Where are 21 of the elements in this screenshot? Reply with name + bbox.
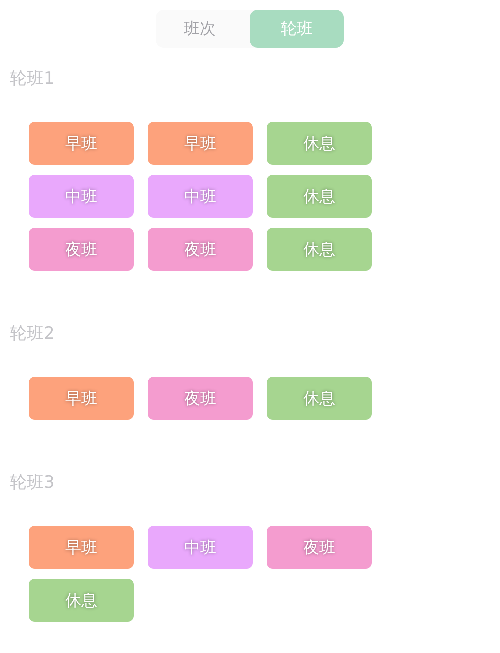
rotation-title: 轮班3 — [9, 472, 56, 494]
shift-chip[interactable]: 休息 — [267, 122, 372, 165]
shift-chip[interactable]: 休息 — [267, 377, 372, 420]
shift-chip[interactable]: 早班 — [29, 377, 134, 420]
shift-chip[interactable]: 夜班 — [267, 526, 372, 569]
shift-chip[interactable]: 休息 — [29, 579, 134, 622]
tab[interactable]: 轮班 — [250, 10, 344, 48]
shift-chip[interactable]: 早班 — [29, 122, 134, 165]
shift-chip[interactable]: 夜班 — [29, 228, 134, 271]
shift-chip[interactable]: 夜班 — [148, 377, 253, 420]
shift-chip[interactable]: 中班 — [29, 175, 134, 218]
tab[interactable]: 班次 — [156, 10, 244, 48]
shift-chip[interactable]: 休息 — [267, 175, 372, 218]
shift-chip[interactable]: 早班 — [29, 526, 134, 569]
shift-chip[interactable]: 早班 — [148, 122, 253, 165]
rotation-title: 轮班2 — [9, 323, 56, 345]
rotation-title: 轮班1 — [9, 68, 56, 90]
shift-chip[interactable]: 中班 — [148, 526, 253, 569]
shift-chip[interactable]: 中班 — [148, 175, 253, 218]
shift-chip[interactable]: 休息 — [267, 228, 372, 271]
shift-chip[interactable]: 夜班 — [148, 228, 253, 271]
